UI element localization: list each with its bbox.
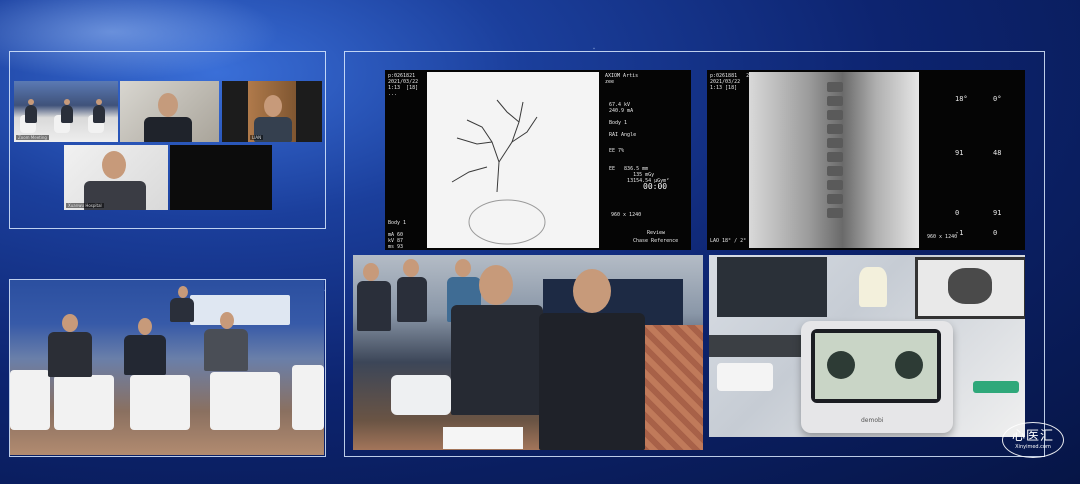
video-tile-participant-3[interactable]: Xuanwu Hospital: [64, 145, 168, 210]
conference-room-video[interactable]: [353, 255, 703, 450]
xray-left-review: Review: [647, 230, 666, 236]
xray-monitor-right[interactable]: p:0261881 22 2021/03/22 1:13 [18] 18°: [707, 70, 1025, 250]
xray-right-readout-4: 0: [955, 209, 960, 217]
xray-timer: 00:00: [643, 182, 668, 191]
logo-sub: Xinyimed.com: [1015, 444, 1051, 450]
monitoring-device: [391, 375, 451, 415]
logo-main: 心医汇: [1011, 429, 1054, 444]
fluoroscopy-image: [749, 72, 919, 248]
xray-left-params: 67.4 kV 240.9 mA Body 1 RAI Angle: [609, 102, 637, 138]
angiogram-image: [427, 72, 599, 248]
xray-right-bottom-left: LAO 18° / 2°: [710, 238, 747, 244]
xray-right-readout-7: 0: [993, 229, 998, 237]
xray-right-readout-0: 18°: [955, 95, 968, 103]
xray-right-top-left: p:0261881 22 2021/03/22 1:13 [18]: [710, 73, 752, 91]
video-tile-participant-1[interactable]: [120, 81, 219, 142]
xray-left-top-left: p:0261821 2021/03/22 1:13 [18] ...: [388, 73, 419, 97]
brand-logo: 心医汇 Xinyimed.com: [1002, 422, 1064, 458]
xray-right-size: 960 x 1240: [927, 234, 958, 240]
tile-label: Xuanwu Hospital: [66, 203, 104, 208]
audience-panel: [9, 279, 326, 457]
xray-left-top-right: AXIOM Artis zee: [605, 73, 639, 85]
xray-left-bottom-left: Body 1 mA 60 kV 87 ms 93 LAO 18° / 5°: [388, 220, 407, 250]
touchscreen-device: demobi: [801, 321, 953, 433]
video-tile-room[interactable]: Zoom Meeting: [14, 81, 118, 142]
audience-video[interactable]: [10, 280, 324, 455]
video-tile-empty[interactable]: [170, 145, 272, 210]
video-tile-participant-2[interactable]: LIAN: [222, 81, 322, 142]
tile-label: LIAN: [250, 135, 264, 140]
zoom-gallery-panel: Zoom Meeting LIAN Xuanwu Hospital: [9, 51, 326, 229]
xray-right-readout-2: 91: [955, 149, 964, 157]
device-closeup-video[interactable]: demobi: [709, 255, 1025, 437]
xray-right-readout-5: 91: [993, 209, 1002, 217]
xray-right-readout-1: 0°: [993, 95, 1002, 103]
xray-left-chase: Chase Reference: [633, 238, 679, 244]
tile-label: Zoom Meeting: [16, 135, 49, 140]
xray-right-readout-3: 48: [993, 149, 1002, 157]
device-brand: demobi: [861, 417, 884, 424]
xray-left-size: 960 x 1240: [611, 212, 642, 218]
xray-left-mid-right: EE 7% EE 836.5 mm 135 mGy 13154.54 µGym²: [609, 148, 670, 184]
live-broadcast-panel: p:0261821 2021/03/22 1:13 [18] ... AXIOM…: [344, 51, 1045, 457]
xray-monitor-left[interactable]: p:0261821 2021/03/22 1:13 [18] ... AXIOM…: [385, 70, 691, 250]
